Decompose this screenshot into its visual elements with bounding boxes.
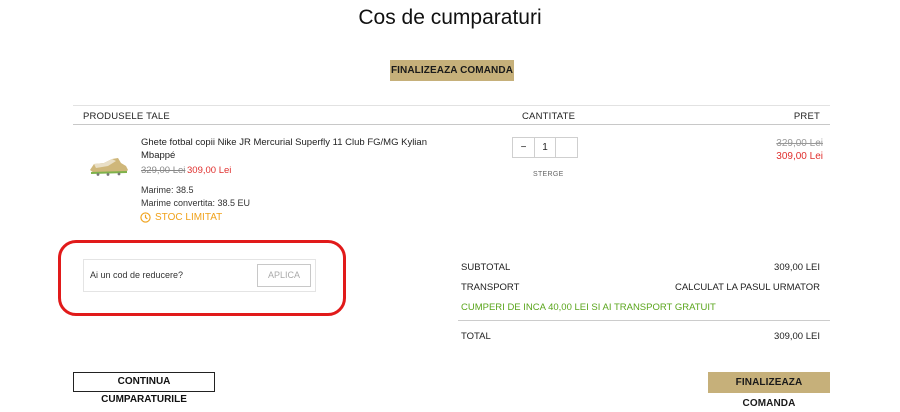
increase-quantity-button[interactable] <box>556 138 577 157</box>
line-sale-price: 309,00 Lei <box>776 151 823 162</box>
product-converted-size: Marime convertita: 38.5 EU <box>141 198 251 208</box>
decrease-quantity-button[interactable]: − <box>513 138 534 157</box>
checkout-button-bottom[interactable]: FINALIZEAZA COMANDA <box>708 372 830 409</box>
subtotal-value: 309,00 LEI <box>774 262 820 273</box>
remove-item-link[interactable]: STERGE <box>533 171 564 178</box>
header-products: PRODUSELE TALE <box>83 111 170 122</box>
divider <box>73 105 830 106</box>
subtotal-label: SUBTOTAL <box>461 262 511 273</box>
stock-label: STOC LIMITAT <box>155 212 223 223</box>
coupon-label[interactable]: Ai un cod de reducere? <box>90 270 183 280</box>
apply-coupon-button[interactable]: APLICA <box>257 264 311 287</box>
header-quantity: CANTITATE <box>522 111 576 122</box>
quantity-stepper: − 1 <box>512 137 578 158</box>
summary-divider <box>458 320 830 321</box>
header-price: PRET <box>793 111 820 122</box>
product-size: Marime: 38.5 <box>141 185 194 195</box>
stock-status: STOC LIMITAT <box>140 212 222 223</box>
free-shipping-message: CUMPERI DE INCA 40,00 LEI SI AI TRANSPOR… <box>461 302 716 313</box>
product-name[interactable]: Ghete fotbal copii Nike JR Mercurial Sup… <box>141 136 431 162</box>
transport-label: TRANSPORT <box>461 282 520 293</box>
total-label: TOTAL <box>461 331 491 342</box>
product-sale-price: 309,00 Lei <box>187 165 232 176</box>
transport-value: CALCULAT LA PASUL URMATOR <box>674 282 820 293</box>
quantity-input[interactable]: 1 <box>534 138 556 157</box>
total-value: 309,00 LEI <box>774 331 820 342</box>
clock-icon <box>140 212 151 223</box>
line-old-price: 329,00 Lei <box>776 138 823 149</box>
product-old-price: 329,00 Lei <box>141 165 186 176</box>
checkout-button-top[interactable]: FINALIZEAZA COMANDA <box>390 60 514 81</box>
continue-shopping-button[interactable]: CONTINUA CUMPARATURILE <box>73 372 215 405</box>
page-title: Cos de cumparaturi <box>358 6 542 29</box>
product-image[interactable] <box>88 155 130 177</box>
header-divider <box>73 124 830 125</box>
